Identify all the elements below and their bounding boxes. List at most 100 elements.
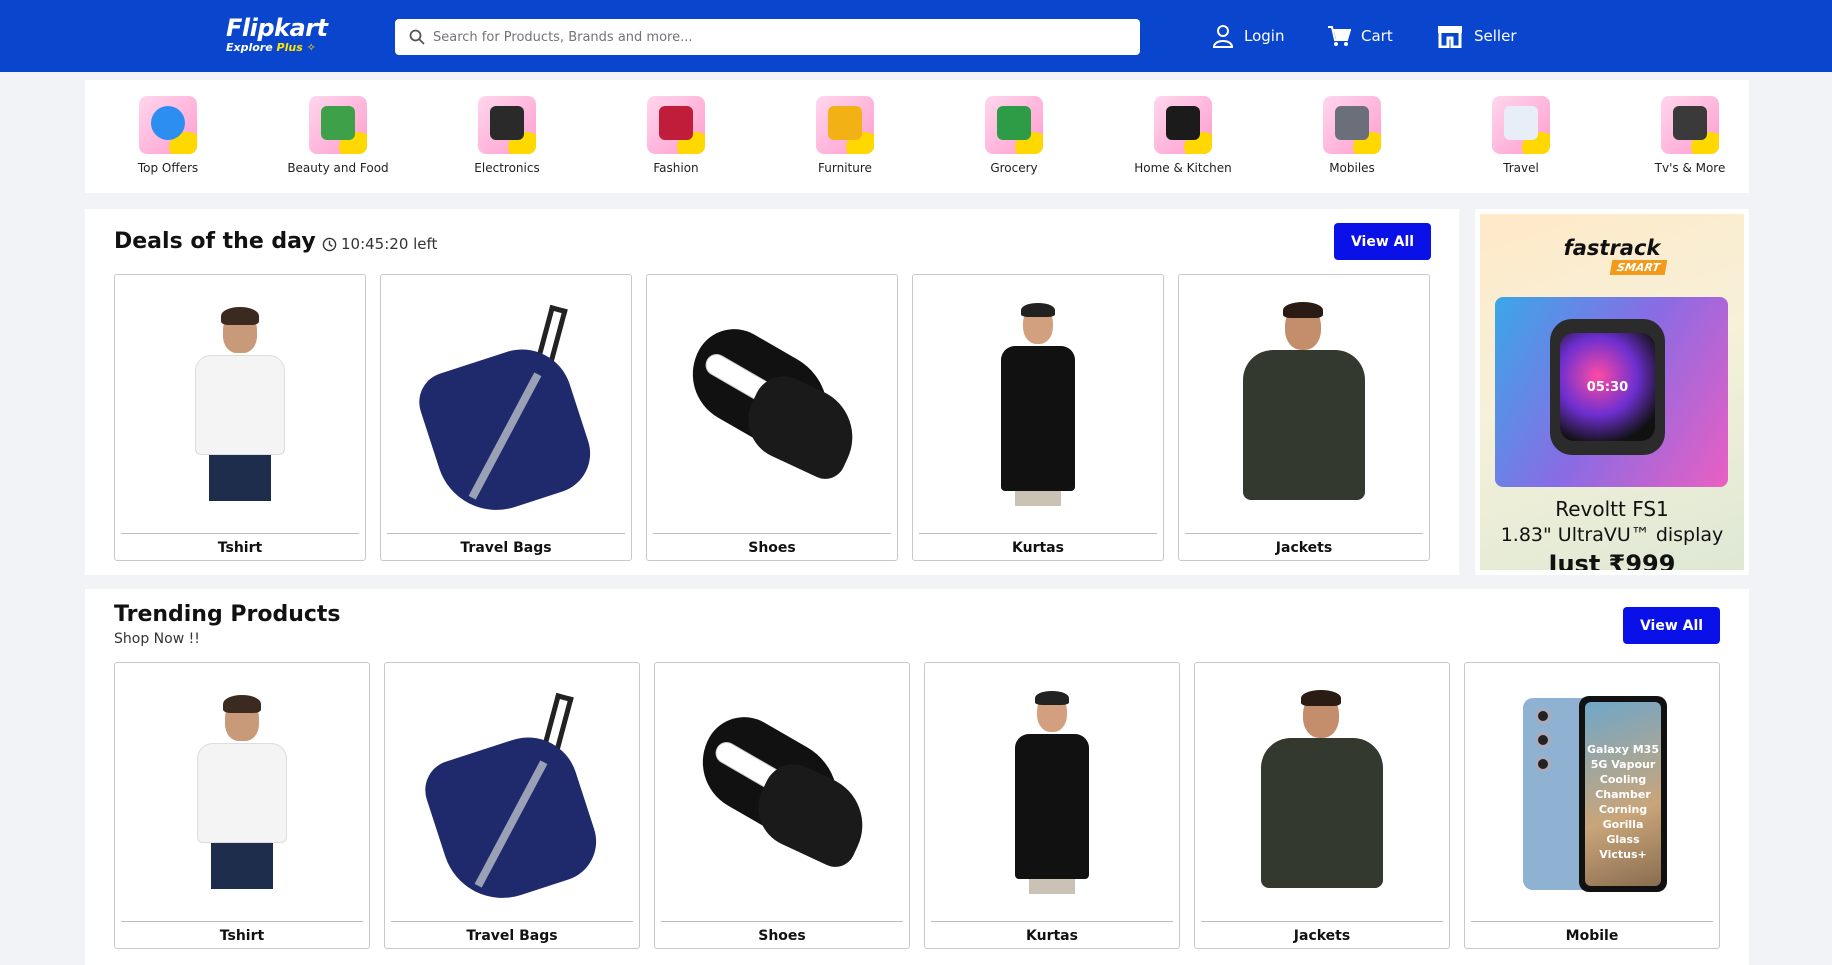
category-label: Tv's & More xyxy=(1654,161,1726,175)
ad-model: Revoltt FS1 xyxy=(1555,497,1669,521)
store-icon xyxy=(1438,26,1462,48)
seller-label: Seller xyxy=(1474,27,1517,45)
search-input[interactable] xyxy=(433,29,1113,45)
product-name: Travel Bags xyxy=(466,928,558,944)
deals-view-all-button[interactable]: View All xyxy=(1334,223,1431,260)
ad-content: fastrack SMART 05:30 Revoltt FS1 1.83" U… xyxy=(1480,214,1744,570)
trending-view-all-button[interactable]: View All xyxy=(1623,607,1720,644)
category-label: Top Offers xyxy=(137,161,199,175)
shoes-image xyxy=(661,669,903,918)
cart-icon xyxy=(1328,26,1351,46)
trend-card-jackets[interactable]: Jackets xyxy=(1194,662,1450,949)
flipkart-logo[interactable]: Flipkart Explore Plus ✧ xyxy=(226,14,328,54)
home-kitchen-icon xyxy=(1154,96,1212,154)
login-label: Login xyxy=(1244,27,1285,45)
product-name: Travel Bags xyxy=(460,540,552,556)
category-electronics[interactable]: Electronics xyxy=(437,96,577,175)
fashion-icon xyxy=(647,96,705,154)
product-name: Mobile xyxy=(1565,928,1619,944)
tshirt-image xyxy=(121,281,359,530)
product-name: Kurtas xyxy=(1026,928,1078,944)
logo-explore: Explore xyxy=(226,41,273,54)
jacket-image xyxy=(1185,281,1423,530)
tshirt-image xyxy=(121,669,363,918)
ad-brand: fastrack xyxy=(1563,236,1661,260)
product-name: Jackets xyxy=(1293,928,1351,944)
category-beauty-food[interactable]: Beauty and Food xyxy=(268,96,408,175)
deals-section: Deals of the day 10:45:20 left View All … xyxy=(85,209,1459,575)
smartwatch-image: 05:30 xyxy=(1495,297,1728,487)
seller-button[interactable]: Seller xyxy=(1436,22,1516,50)
deal-card-travel-bags[interactable]: Travel Bags xyxy=(380,274,632,561)
deal-card-kurtas[interactable]: Kurtas xyxy=(912,274,1164,561)
category-mobiles[interactable]: Mobiles xyxy=(1282,96,1422,175)
category-label: Furniture xyxy=(818,161,872,175)
category-fashion[interactable]: Fashion xyxy=(606,96,746,175)
category-furniture[interactable]: Furniture xyxy=(775,96,915,175)
mobiles-icon xyxy=(1323,96,1381,154)
beauty-food-icon xyxy=(309,96,367,154)
category-home-kitchen[interactable]: Home & Kitchen xyxy=(1113,96,1253,175)
fastrack-ad-banner[interactable]: fastrack SMART 05:30 Revoltt FS1 1.83" U… xyxy=(1475,209,1749,575)
category-tv[interactable]: Tv's & More xyxy=(1620,96,1760,175)
category-grocery[interactable]: Grocery xyxy=(944,96,1084,175)
product-name: Jackets xyxy=(1275,540,1333,556)
deal-card-jackets[interactable]: Jackets xyxy=(1178,274,1430,561)
trend-card-tshirt[interactable]: Tshirt xyxy=(114,662,370,949)
travel-bag-image xyxy=(391,669,633,918)
phone-screen-text: Galaxy M35 5G Vapour Cooling Chamber Cor… xyxy=(1585,701,1661,886)
login-button[interactable]: Login xyxy=(1212,22,1284,50)
travel-icon xyxy=(1492,96,1550,154)
search-bar[interactable] xyxy=(395,19,1140,55)
trending-subtitle: Shop Now !! xyxy=(114,631,200,647)
electronics-icon xyxy=(478,96,536,154)
jacket-image xyxy=(1201,669,1443,918)
trend-card-mobile[interactable]: Galaxy M35 5G Vapour Cooling Chamber Cor… xyxy=(1464,662,1720,949)
category-top-offers[interactable]: Top Offers xyxy=(98,96,238,175)
trending-title: Trending Products xyxy=(114,602,341,627)
trending-section: Trending Products Shop Now !! View All T… xyxy=(85,589,1749,965)
trend-card-shoes[interactable]: Shoes xyxy=(654,662,910,949)
deals-timer: 10:45:20 left xyxy=(322,235,437,253)
product-name: Kurtas xyxy=(1012,540,1064,556)
logo-text: Flipkart xyxy=(226,14,328,42)
ad-tag: SMART xyxy=(1609,260,1668,275)
furniture-icon xyxy=(816,96,874,154)
watch-time: 05:30 xyxy=(1560,333,1655,441)
category-travel[interactable]: Travel xyxy=(1451,96,1591,175)
search-icon xyxy=(409,29,425,45)
deal-card-shoes[interactable]: Shoes xyxy=(646,274,898,561)
category-label: Home & Kitchen xyxy=(1134,161,1232,175)
cart-label: Cart xyxy=(1361,27,1393,45)
shoes-image xyxy=(653,281,891,530)
logo-plus: Plus xyxy=(276,41,303,54)
kurta-image xyxy=(931,669,1173,918)
deal-card-tshirt[interactable]: Tshirt xyxy=(114,274,366,561)
product-name: Shoes xyxy=(748,540,796,556)
category-strip: Top Offers Beauty and Food Electronics F… xyxy=(85,80,1749,193)
timer-text: 10:45:20 left xyxy=(341,235,438,253)
category-label: Travel xyxy=(1503,161,1539,175)
product-name: Tshirt xyxy=(219,928,265,944)
offer-tag-icon xyxy=(139,96,197,154)
trend-card-travel-bags[interactable]: Travel Bags xyxy=(384,662,640,949)
clock-icon xyxy=(322,237,337,251)
category-label: Beauty and Food xyxy=(287,161,389,175)
ad-price: Just ₹999 xyxy=(1548,550,1676,570)
product-name: Shoes xyxy=(758,928,806,944)
category-label: Mobiles xyxy=(1329,161,1375,175)
user-icon xyxy=(1212,25,1234,48)
logo-subtext: Explore Plus ✧ xyxy=(226,42,328,54)
travel-bag-image xyxy=(387,281,625,530)
category-label: Fashion xyxy=(653,161,699,175)
trend-card-kurtas[interactable]: Kurtas xyxy=(924,662,1180,949)
grocery-icon xyxy=(985,96,1043,154)
mobile-image: Galaxy M35 5G Vapour Cooling Chamber Cor… xyxy=(1471,669,1713,918)
deals-title: Deals of the day xyxy=(114,229,316,254)
cart-button[interactable]: Cart xyxy=(1327,22,1393,50)
plus-star-icon: ✧ xyxy=(306,41,316,54)
category-label: Grocery xyxy=(990,161,1038,175)
tv-icon xyxy=(1661,96,1719,154)
ad-spec: 1.83" UltraVU™ display xyxy=(1500,524,1724,546)
top-header: Flipkart Explore Plus ✧ Login Cart Selle… xyxy=(0,0,1832,72)
